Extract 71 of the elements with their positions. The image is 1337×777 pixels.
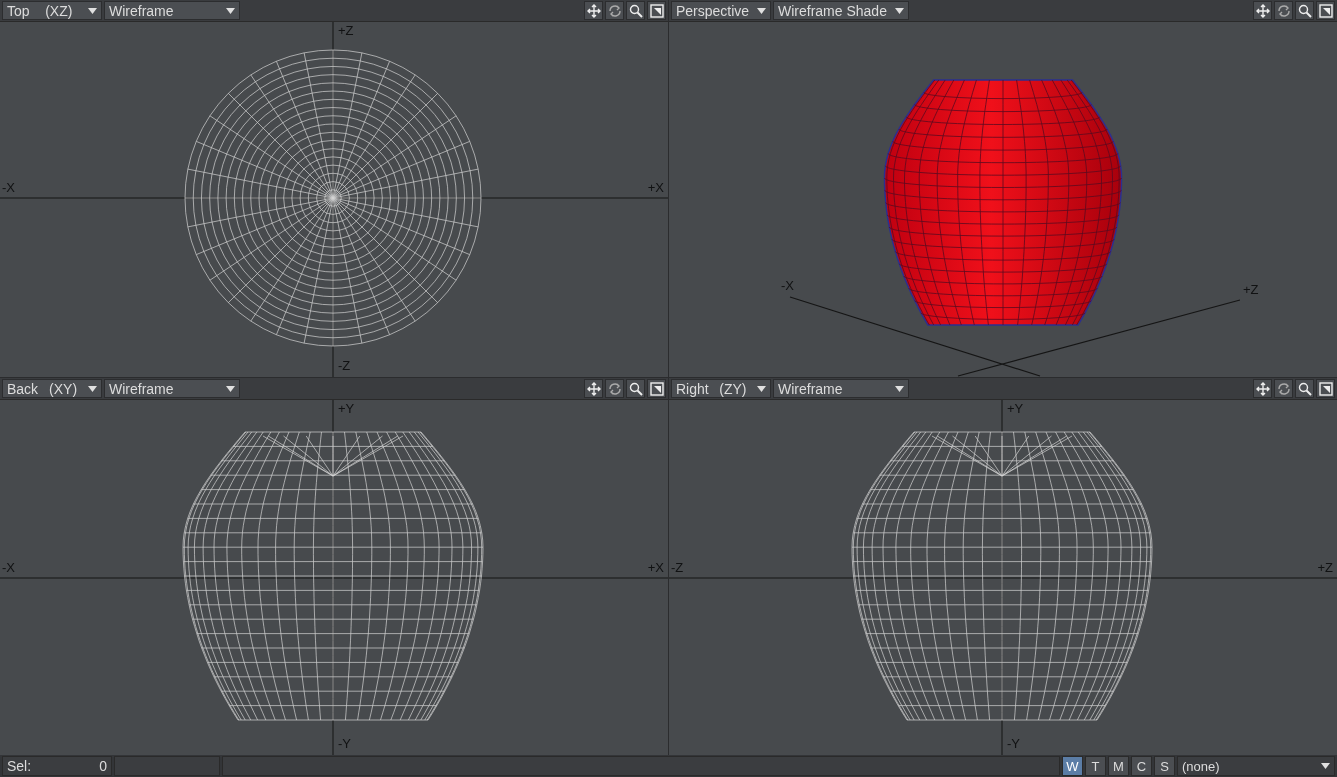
maximize-icon [1318, 3, 1333, 18]
move-button[interactable] [584, 379, 603, 398]
selection-count: 0 [99, 758, 107, 774]
render-mode-dropdown[interactable]: Wireframe [104, 1, 240, 20]
axis-label: -X [2, 560, 15, 575]
rotate-icon [1276, 381, 1291, 396]
rotate-icon [607, 381, 622, 396]
move-button[interactable] [584, 1, 603, 20]
mode-button[interactable]: T [1085, 756, 1106, 776]
axis-label: +X [647, 560, 664, 575]
render-mode-dropdown[interactable]: Wireframe Shade [773, 1, 909, 20]
axis-label: -Z [671, 560, 684, 575]
mode-button[interactable]: W [1062, 756, 1083, 776]
axis-label: -X [2, 180, 15, 195]
caret-icon [895, 7, 904, 14]
rotate-button[interactable] [1274, 1, 1293, 20]
mode-button[interactable]: M [1108, 756, 1129, 776]
view-dropdown[interactable]: Perspective [671, 1, 771, 20]
rotate-icon [607, 3, 622, 18]
caret-icon [88, 385, 97, 392]
move-icon [586, 381, 601, 396]
view-dropdown[interactable]: Top (XZ) [2, 1, 102, 20]
axis-label: -Y [338, 736, 351, 751]
axis-label: +Z [1317, 560, 1333, 575]
mode-button[interactable]: C [1131, 756, 1152, 776]
maximize-button[interactable] [1316, 379, 1335, 398]
move-button[interactable] [1253, 1, 1272, 20]
caret-icon [88, 7, 97, 14]
caret-icon [1321, 763, 1330, 769]
axis-label: +Y [1007, 401, 1024, 416]
move-icon [1255, 381, 1270, 396]
render-mode-dropdown[interactable]: Wireframe [773, 379, 909, 398]
axis-label: -X [781, 278, 794, 293]
move-button[interactable] [1253, 379, 1272, 398]
move-icon [586, 3, 601, 18]
zoom-button[interactable] [626, 379, 645, 398]
maximize-button[interactable] [1316, 1, 1335, 20]
maximize-button[interactable] [647, 379, 666, 398]
axis-label: +Y [338, 401, 355, 416]
maximize-icon [1318, 381, 1333, 396]
zoom-button[interactable] [1295, 379, 1314, 398]
maximize-icon [649, 3, 664, 18]
view-dropdown[interactable]: Right (ZY) [671, 379, 771, 398]
maximize-icon [649, 381, 664, 396]
caret-icon [757, 385, 766, 392]
axis-label: -Y [1007, 736, 1020, 751]
caret-icon [895, 385, 904, 392]
selection-label: Sel: [7, 758, 32, 774]
search-icon [628, 3, 643, 18]
render-mode-dropdown[interactable]: Wireframe [104, 379, 240, 398]
caret-icon [757, 7, 766, 14]
rotate-icon [1276, 3, 1291, 18]
rotate-button[interactable] [605, 1, 624, 20]
maximize-button[interactable] [647, 1, 666, 20]
rotate-button[interactable] [605, 379, 624, 398]
caret-icon [226, 385, 235, 392]
zoom-button[interactable] [1295, 1, 1314, 20]
surface-dropdown[interactable]: (none) [1177, 756, 1335, 776]
search-icon [1297, 381, 1312, 396]
axis-label: +X [647, 180, 664, 195]
search-icon [628, 381, 643, 396]
mode-button[interactable]: S [1154, 756, 1175, 776]
search-icon [1297, 3, 1312, 18]
axis-label: +Z [1243, 282, 1259, 297]
axis-label: +Z [338, 23, 354, 38]
rotate-button[interactable] [1274, 379, 1293, 398]
zoom-button[interactable] [626, 1, 645, 20]
view-dropdown[interactable]: Back (XY) [2, 379, 102, 398]
axis-label: -Z [338, 358, 351, 373]
caret-icon [226, 7, 235, 14]
move-icon [1255, 3, 1270, 18]
